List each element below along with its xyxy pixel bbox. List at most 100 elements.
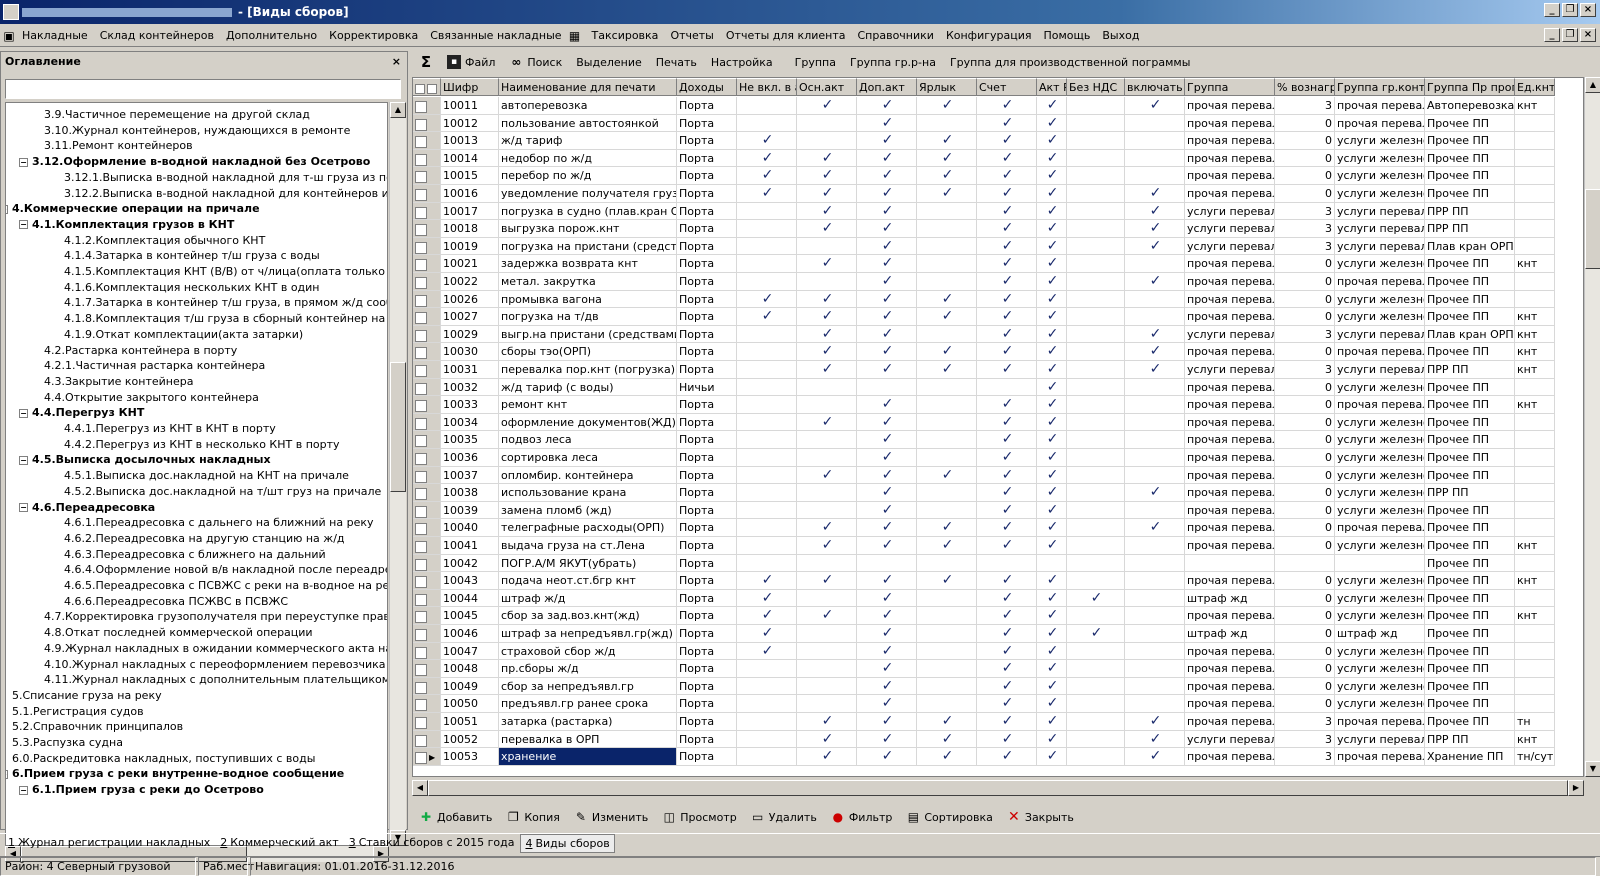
row-selector[interactable] [413, 660, 441, 677]
table-cell[interactable]: ✓ [857, 677, 917, 695]
table-cell[interactable]: ✓ [797, 713, 857, 730]
row-checkbox[interactable] [415, 153, 427, 166]
row-checkbox[interactable] [415, 646, 427, 659]
row-selector[interactable] [413, 519, 441, 536]
table-cell[interactable]: ✓ [1125, 519, 1185, 536]
search-button[interactable]: ∞ Поиск [502, 55, 569, 69]
table-cell[interactable] [1067, 97, 1125, 114]
table-cell[interactable]: ✓ [857, 149, 917, 167]
minimize-button[interactable]: _ [1544, 3, 1560, 17]
table-cell[interactable] [1067, 343, 1125, 360]
table-cell[interactable] [737, 361, 797, 378]
tree-item[interactable]: 5.1.Регистрация судов [12, 704, 144, 720]
table-cell[interactable] [737, 554, 797, 572]
row-selector[interactable] [413, 484, 441, 501]
table-cell[interactable] [1067, 361, 1125, 378]
table-cell[interactable]: ✓ [857, 325, 917, 343]
row-selector[interactable] [413, 273, 441, 290]
table-cell[interactable]: ✓ [857, 501, 917, 519]
close-panel-icon[interactable]: × [392, 52, 401, 72]
table-cell[interactable]: ✓ [1037, 220, 1067, 237]
table-cell[interactable]: ✓ [797, 519, 857, 536]
table-cell[interactable] [737, 695, 797, 712]
grid-scroll-up-icon[interactable]: ▲ [1585, 77, 1600, 93]
table-cell[interactable] [797, 132, 857, 149]
table-cell[interactable]: ✓ [1125, 713, 1185, 730]
table-cell[interactable] [797, 273, 857, 290]
row-selector[interactable] [413, 343, 441, 360]
table-cell[interactable] [1125, 589, 1185, 607]
table-cell[interactable]: ✓ [977, 413, 1037, 431]
table-cell[interactable]: ✓ [977, 273, 1037, 290]
tree-item[interactable]: −4.Коммерческие операции на причале [6, 201, 260, 217]
table-cell[interactable] [977, 378, 1037, 396]
table-cell[interactable]: ✓ [857, 625, 917, 642]
tree-item[interactable]: 4.4.2.Перегруз из КНТ в несколько КНТ в … [64, 437, 340, 453]
table-cell[interactable]: ✓ [797, 97, 857, 114]
table-cell[interactable]: ✓ [977, 114, 1037, 132]
table-cell[interactable]: ✓ [1037, 97, 1067, 114]
row-checkbox[interactable] [415, 206, 427, 219]
table-cell[interactable]: ✓ [857, 361, 917, 378]
table-cell[interactable]: ✓ [1037, 361, 1067, 378]
table-cell[interactable]: ✓ [977, 537, 1037, 554]
table-cell[interactable]: ✓ [1037, 237, 1067, 255]
table-cell[interactable] [1067, 730, 1125, 748]
row-selector[interactable] [413, 308, 441, 325]
table-cell[interactable]: ✓ [857, 413, 917, 431]
table-cell[interactable] [1125, 625, 1185, 642]
table-cell[interactable]: ✓ [1125, 325, 1185, 343]
window-tab[interactable]: 2 Коммерческий акт [216, 834, 342, 853]
column-header[interactable]: Счет [977, 78, 1037, 95]
table-cell[interactable]: ✓ [977, 589, 1037, 607]
row-selector[interactable] [413, 396, 441, 413]
row-selector[interactable] [413, 537, 441, 554]
table-cell[interactable]: ✓ [1037, 730, 1067, 748]
table-cell[interactable]: ✓ [977, 290, 1037, 308]
table-cell[interactable]: ✓ [977, 237, 1037, 255]
table-cell[interactable]: ✓ [1037, 501, 1067, 519]
row-selector[interactable] [413, 97, 441, 114]
table-row[interactable]: 10027 погрузка на т/дв Порта ✓ ✓ ✓ ✓ ✓ ✓ прочая п… [413, 308, 1555, 326]
table-cell[interactable]: ✓ [1037, 537, 1067, 554]
row-selector[interactable] [413, 625, 441, 642]
column-header[interactable]: Наименование для печати [499, 78, 677, 95]
table-cell[interactable] [1037, 554, 1067, 572]
row-checkbox[interactable] [415, 136, 427, 149]
row-selector[interactable] [413, 449, 441, 466]
tree-item[interactable]: 4.5.1.Выписка дос.накладной на КНТ на пр… [64, 468, 349, 484]
table-cell[interactable] [917, 431, 977, 448]
column-header[interactable]: Ярлык [917, 78, 977, 95]
row-checkbox[interactable] [415, 171, 427, 184]
tree-collapse-icon[interactable]: − [6, 769, 8, 779]
tree-item[interactable]: 4.6.6.Переадресовка ПСЖВС в ПСВЖС [64, 594, 288, 610]
menu-item[interactable]: Отчеты [664, 29, 719, 42]
table-cell[interactable] [797, 449, 857, 466]
row-checkbox[interactable] [415, 576, 427, 589]
table-cell[interactable] [917, 202, 977, 220]
menu-item[interactable]: Справочники [851, 29, 939, 42]
row-checkbox[interactable] [415, 259, 427, 272]
table-cell[interactable] [797, 695, 857, 712]
table-row[interactable]: 10032 ж/д тариф (с воды) Ничьи ✓ прочая пере… [413, 378, 1555, 397]
table-cell[interactable] [737, 537, 797, 554]
table-cell[interactable] [1125, 290, 1185, 308]
row-selector[interactable] [413, 132, 441, 149]
table-cell[interactable]: ✓ [977, 677, 1037, 695]
table-cell[interactable] [797, 589, 857, 607]
tree-item[interactable]: −4.5.Выписка досылочных накладных [19, 452, 271, 468]
table-cell[interactable] [737, 237, 797, 255]
view-button[interactable]: ◫ Просмотр [655, 810, 743, 824]
table-cell[interactable]: ✓ [1037, 308, 1067, 325]
table-cell[interactable]: ✓ [1037, 378, 1067, 396]
table-cell[interactable]: ✓ [857, 167, 917, 184]
table-cell[interactable]: ✓ [797, 220, 857, 237]
row-checkbox[interactable] [415, 417, 427, 430]
tree-item[interactable]: 4.6.2.Переадресовка на другую станцию на… [64, 531, 345, 547]
table-row[interactable]: 10029выгр.на пристани (средствами порПор… [413, 325, 1555, 344]
table-cell[interactable] [1067, 413, 1125, 431]
table-cell[interactable] [737, 343, 797, 360]
row-selector[interactable] [413, 220, 441, 237]
table-row[interactable]: 10043 подача неот.ст.бгр кнт Порта ✓ ✓ ✓ ✓ ✓ ✓ пр… [413, 572, 1555, 590]
tree-item[interactable]: 4.4.1.Перегруз из КНТ в КНТ в порту [64, 421, 276, 437]
